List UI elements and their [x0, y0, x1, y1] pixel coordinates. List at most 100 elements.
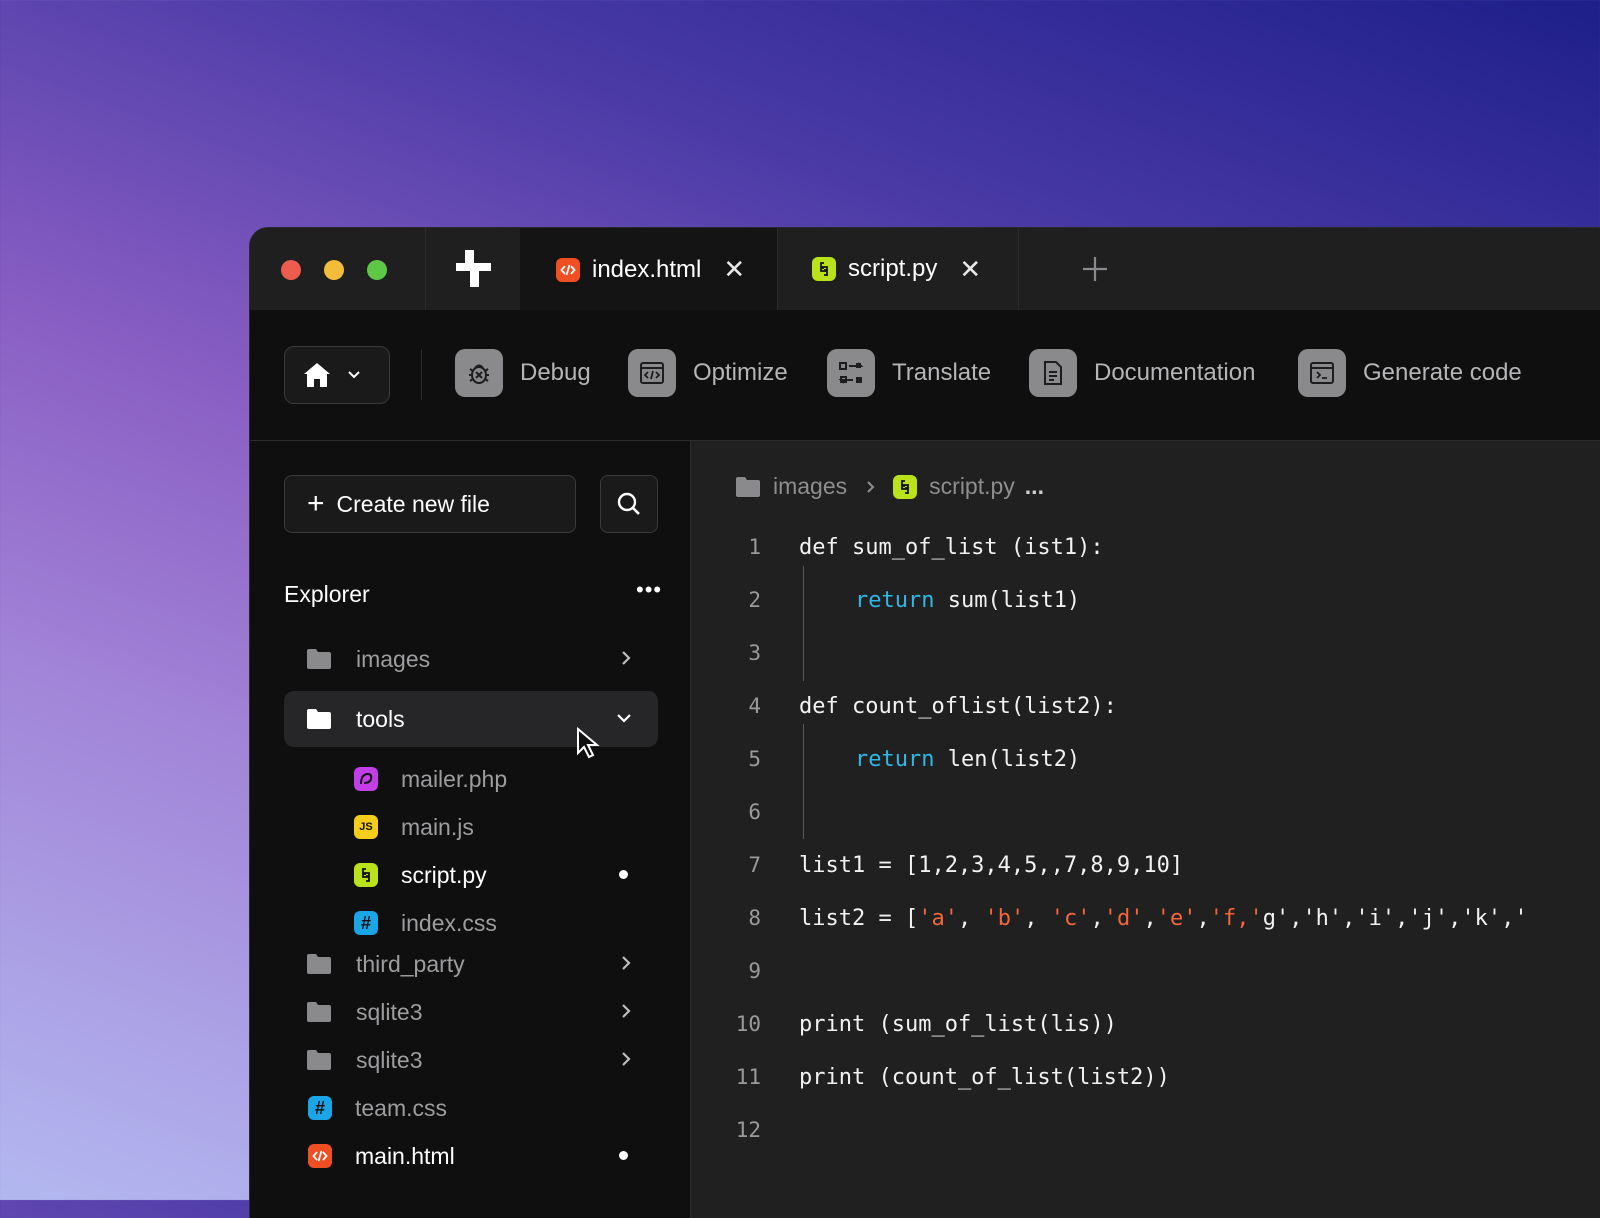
tab-index-html[interactable]: index.html ✕	[520, 228, 778, 311]
code-token: ,	[1196, 906, 1209, 931]
code-text: return len(list2)	[855, 747, 1080, 772]
folder-icon	[306, 648, 332, 670]
close-tab-icon[interactable]: ✕	[959, 254, 981, 285]
keyword-token: return	[855, 588, 934, 613]
code-line-11[interactable]: 11 print (count_of_list(list2))	[691, 1057, 761, 1097]
line-number: 3	[691, 641, 761, 665]
toolbar: Debug Optimize Translate Documentation G…	[250, 310, 1600, 441]
close-window-button[interactable]	[281, 260, 301, 280]
chevron-down-icon	[347, 370, 361, 380]
file-script-py[interactable]: script.py	[354, 855, 658, 895]
code-token: ,	[1024, 906, 1051, 931]
code-line-12[interactable]: 12	[691, 1110, 761, 1150]
code-window-icon	[628, 349, 676, 397]
code-editor[interactable]: images script.py ... 1 def sum_of_list (…	[691, 441, 1600, 1218]
line-number: 8	[691, 906, 761, 930]
search-icon	[616, 491, 642, 517]
close-tab-icon[interactable]: ✕	[723, 254, 745, 285]
breadcrumb-folder[interactable]: images	[773, 473, 847, 500]
breadcrumb: images script.py ...	[735, 473, 1044, 500]
code-token: g','h','i','j','k','	[1263, 906, 1528, 931]
folder-icon	[306, 1001, 332, 1023]
create-new-file-label: Create new file	[337, 491, 490, 518]
code-line-8[interactable]: 8 list2 = ['a', 'b', 'c','d','e','f,'g',…	[691, 898, 761, 938]
code-line-6[interactable]: 6	[691, 792, 761, 832]
file-team-css[interactable]: # team.css	[308, 1088, 658, 1128]
css-file-icon: #	[308, 1096, 332, 1120]
app-logo[interactable]	[425, 228, 521, 310]
code-token: ,	[958, 906, 985, 931]
new-tab-button[interactable]	[1035, 228, 1155, 310]
generate-code-button[interactable]: Generate code	[1298, 349, 1522, 397]
string-token: 'b'	[984, 906, 1024, 931]
code-token: ,	[1143, 906, 1156, 931]
chevron-right-icon	[620, 1002, 632, 1020]
code-line-3[interactable]: 3	[691, 633, 761, 673]
explorer-title: Explorer	[284, 581, 370, 608]
unsaved-indicator	[619, 870, 628, 879]
folder-icon	[306, 953, 332, 975]
line-number: 7	[691, 853, 761, 877]
python-file-icon	[354, 863, 378, 887]
search-button[interactable]	[600, 475, 658, 533]
tool-label: Translate	[892, 359, 991, 387]
file-label: main.html	[355, 1143, 455, 1170]
translate-button[interactable]: Translate	[827, 349, 991, 397]
code-line-4[interactable]: 4 def count_oflist(list2):	[691, 686, 761, 726]
line-number: 6	[691, 800, 761, 824]
folder-icon	[735, 476, 761, 498]
tab-script-py[interactable]: script.py ✕	[778, 228, 1019, 310]
string-token: 'c'	[1051, 906, 1091, 931]
folder-sqlite3-2[interactable]: sqlite3	[284, 1032, 658, 1088]
breadcrumb-more[interactable]: ...	[1025, 473, 1044, 500]
mouse-cursor-icon	[575, 726, 603, 760]
code-text: print (sum_of_list(lis))	[799, 1012, 1117, 1037]
folder-label: tools	[356, 706, 405, 733]
file-main-js[interactable]: JS main.js	[354, 807, 658, 847]
code-line-2[interactable]: 2 return sum(list1)	[691, 580, 761, 620]
window-controls	[250, 228, 426, 310]
python-file-icon	[893, 475, 917, 499]
html-file-icon	[308, 1144, 332, 1168]
folder-images[interactable]: images	[284, 631, 658, 687]
breadcrumb-file[interactable]: script.py	[929, 473, 1015, 500]
translate-icon	[827, 349, 875, 397]
file-main-html[interactable]: main.html	[308, 1136, 658, 1176]
code-line-5[interactable]: 5 return len(list2)	[691, 739, 761, 779]
file-label: script.py	[401, 862, 487, 889]
code-line-7[interactable]: 7 list1 = [1,2,3,4,5,,7,8,9,10]	[691, 845, 761, 885]
minimize-window-button[interactable]	[324, 260, 344, 280]
debug-button[interactable]: Debug	[455, 349, 591, 397]
tab-label: script.py	[848, 255, 937, 283]
optimize-button[interactable]: Optimize	[628, 349, 788, 397]
indent-guide	[803, 566, 804, 681]
chevron-down-icon	[616, 709, 632, 727]
documentation-button[interactable]: Documentation	[1029, 349, 1255, 397]
terminal-icon	[1298, 349, 1346, 397]
plus-icon	[1081, 255, 1109, 283]
file-label: index.css	[401, 910, 497, 937]
file-mailer-php[interactable]: mailer.php	[354, 759, 658, 799]
code-token: sum(list1)	[934, 588, 1080, 613]
code-line-9[interactable]: 9	[691, 951, 761, 991]
line-number: 4	[691, 694, 761, 718]
tool-label: Optimize	[693, 359, 788, 387]
string-token: 'a'	[918, 906, 958, 931]
code-text: def sum_of_list (ist1):	[799, 535, 1104, 560]
code-text: def count_oflist(list2):	[799, 694, 1117, 719]
tab-bar: index.html ✕ script.py ✕	[250, 228, 1600, 311]
code-line-10[interactable]: 10 print (sum_of_list(lis))	[691, 1004, 761, 1044]
create-new-file-button[interactable]: + Create new file	[284, 475, 576, 533]
plus-icon: +	[307, 489, 325, 519]
maximize-window-button[interactable]	[367, 260, 387, 280]
unsaved-indicator	[619, 1151, 628, 1160]
code-token: len(list2)	[934, 747, 1080, 772]
home-dropdown-button[interactable]	[284, 346, 390, 404]
folder-icon	[306, 708, 332, 730]
more-options-icon[interactable]: •••	[636, 577, 662, 603]
keyword-token: return	[855, 747, 934, 772]
code-line-1[interactable]: 1 def sum_of_list (ist1):	[691, 527, 761, 567]
indent-guide	[803, 724, 804, 839]
folder-icon	[306, 1049, 332, 1071]
file-explorer-sidebar: + Create new file Explorer ••• images to…	[250, 441, 691, 1218]
